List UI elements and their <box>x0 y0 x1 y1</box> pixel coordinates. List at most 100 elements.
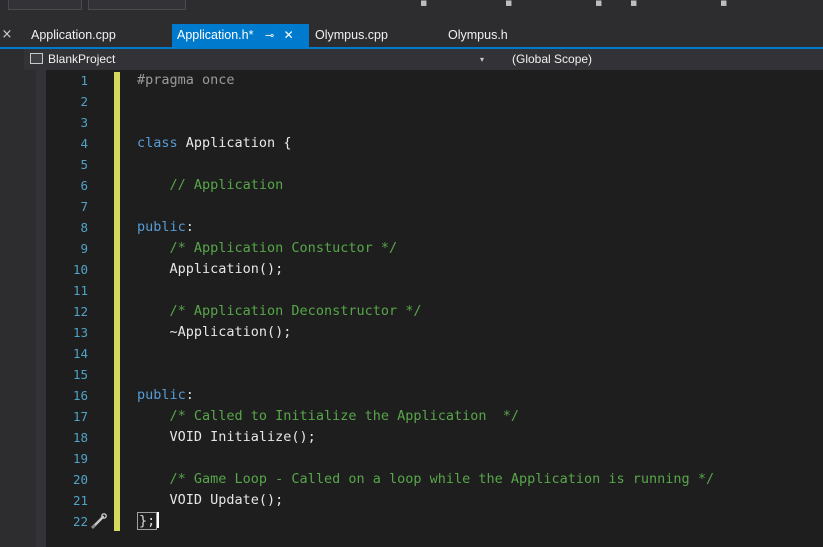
code-editor[interactable]: 1 #pragma once 2 3 4 class Application { 5 6 //… <box>0 70 823 547</box>
project-dropdown[interactable]: BlankProject ▾ <box>26 50 492 69</box>
code-line[interactable]: 4 class Application { <box>46 133 823 154</box>
code-line[interactable]: 20 /* Game Loop - Called on a loop while… <box>46 469 823 490</box>
screwdriver-brush-icon[interactable] <box>89 512 109 530</box>
scope-dropdown[interactable]: (Global Scope) <box>494 50 823 69</box>
project-icon <box>30 53 43 64</box>
code-token: : <box>185 387 194 403</box>
project-name: BlankProject <box>48 52 116 66</box>
document-tab-strip: × Application.cpp Application.h* ⊸ ✕ Oly… <box>0 22 823 47</box>
tab-label: Application.h* <box>177 28 254 42</box>
tab-olympus-cpp[interactable]: Olympus.cpp <box>310 24 440 47</box>
code-token: #pragma once <box>137 72 235 88</box>
line-number: 19 <box>72 451 88 466</box>
code-line[interactable]: 9 /* Application Constuctor */ <box>46 238 823 259</box>
brace-match-highlight: }; <box>137 512 158 530</box>
line-number: 11 <box>72 283 88 298</box>
line-number: 20 <box>72 472 88 487</box>
toolbar-icon[interactable]: ▪ <box>720 0 727 9</box>
line-number: 18 <box>72 430 88 445</box>
visual-studio-window: ▪ ▪ ▪ ▪ ▪ × Application.cpp Application.… <box>0 0 823 547</box>
line-number: 5 <box>80 157 88 172</box>
code-line[interactable]: 1 #pragma once <box>46 70 823 91</box>
code-token: : <box>185 219 194 235</box>
code-text: }; <box>137 511 160 532</box>
code-line[interactable]: 12 /* Application Deconstructor */ <box>46 301 823 322</box>
code-line[interactable]: 2 <box>46 91 823 112</box>
line-number: 10 <box>72 262 88 277</box>
line-number: 17 <box>72 409 88 424</box>
code-line[interactable]: 8 public: <box>46 217 823 238</box>
code-line[interactable]: 19 <box>46 448 823 469</box>
navigation-bar: BlankProject ▾ (Global Scope) <box>0 49 823 70</box>
close-icon[interactable]: ✕ <box>284 24 294 47</box>
line-number: 12 <box>72 304 88 319</box>
code-line[interactable]: 22}; <box>46 511 823 532</box>
code-text: Application(); <box>137 259 284 280</box>
code-token: Application { <box>185 135 292 151</box>
code-token: ~Application(); <box>169 324 292 340</box>
code-line[interactable]: 18 VOID Initialize(); <box>46 427 823 448</box>
code-text: // Application <box>137 175 284 196</box>
code-text: public: <box>137 385 194 406</box>
line-number: 13 <box>72 325 88 340</box>
code-line[interactable]: 13 ~Application(); <box>46 322 823 343</box>
toolbar-icon[interactable]: ▪ <box>420 0 427 9</box>
line-number: 6 <box>80 178 88 193</box>
code-text: VOID Update(); <box>137 490 284 511</box>
code-text: public: <box>137 217 194 238</box>
line-number: 22 <box>72 514 88 529</box>
code-line[interactable]: 17 /* Called to Initialize the Applicati… <box>46 406 823 427</box>
glyph-margin[interactable] <box>0 70 46 547</box>
tab-label: Olympus.h <box>448 28 508 42</box>
code-text: /* Called to Initialize the Application … <box>137 406 520 427</box>
tab-olympus-h[interactable]: Olympus.h <box>443 24 563 47</box>
code-line[interactable]: 5 <box>46 154 823 175</box>
line-number: 15 <box>72 367 88 382</box>
toolbar-icon[interactable]: ▪ <box>505 0 512 9</box>
code-token: class <box>137 135 186 151</box>
code-line[interactable]: 11 <box>46 280 823 301</box>
code-text: /* Game Loop - Called on a loop while th… <box>137 469 715 490</box>
code-token: public <box>137 219 186 235</box>
toolbar: ▪ ▪ ▪ ▪ ▪ <box>0 0 823 22</box>
code-line[interactable]: 6 // Application <box>46 175 823 196</box>
code-text: VOID Initialize(); <box>137 427 316 448</box>
code-line[interactable]: 16 public: <box>46 385 823 406</box>
code-token: // Application <box>169 177 284 193</box>
code-text: /* Application Constuctor */ <box>137 238 398 259</box>
tab-label: Application.cpp <box>31 28 116 42</box>
code-line[interactable]: 15 <box>46 364 823 385</box>
chevron-down-icon[interactable]: ▾ <box>480 50 484 69</box>
line-number: 21 <box>72 493 88 508</box>
tab-application-cpp[interactable]: Application.cpp <box>26 24 166 47</box>
text-caret <box>157 512 160 528</box>
code-line[interactable]: 14 <box>46 343 823 364</box>
code-line[interactable]: 3 <box>46 112 823 133</box>
code-line[interactable]: 7 <box>46 196 823 217</box>
toolbar-icon[interactable]: ▪ <box>630 0 637 9</box>
tab-label: Olympus.cpp <box>315 28 388 42</box>
toolbar-combobox[interactable] <box>88 0 186 10</box>
code-text: class Application { <box>137 133 291 154</box>
tab-application-h[interactable]: Application.h* ⊸ ✕ <box>172 24 309 47</box>
line-number: 3 <box>80 115 88 130</box>
scope-name: (Global Scope) <box>512 52 593 66</box>
code-line[interactable]: 21 VOID Update(); <box>46 490 823 511</box>
glyph-margin-strip <box>36 70 46 547</box>
code-token: VOID Update(); <box>169 492 284 508</box>
code-token: /* Game Loop - Called on a loop while th… <box>169 471 715 487</box>
code-token: Application(); <box>169 261 284 277</box>
toolbar-combobox[interactable] <box>8 0 82 10</box>
line-number: 1 <box>80 73 88 88</box>
pin-icon[interactable]: ⊸ <box>265 25 274 48</box>
close-icon[interactable]: × <box>0 22 14 47</box>
code-line[interactable]: 10 Application(); <box>46 259 823 280</box>
toolbar-icon[interactable]: ▪ <box>595 0 602 9</box>
